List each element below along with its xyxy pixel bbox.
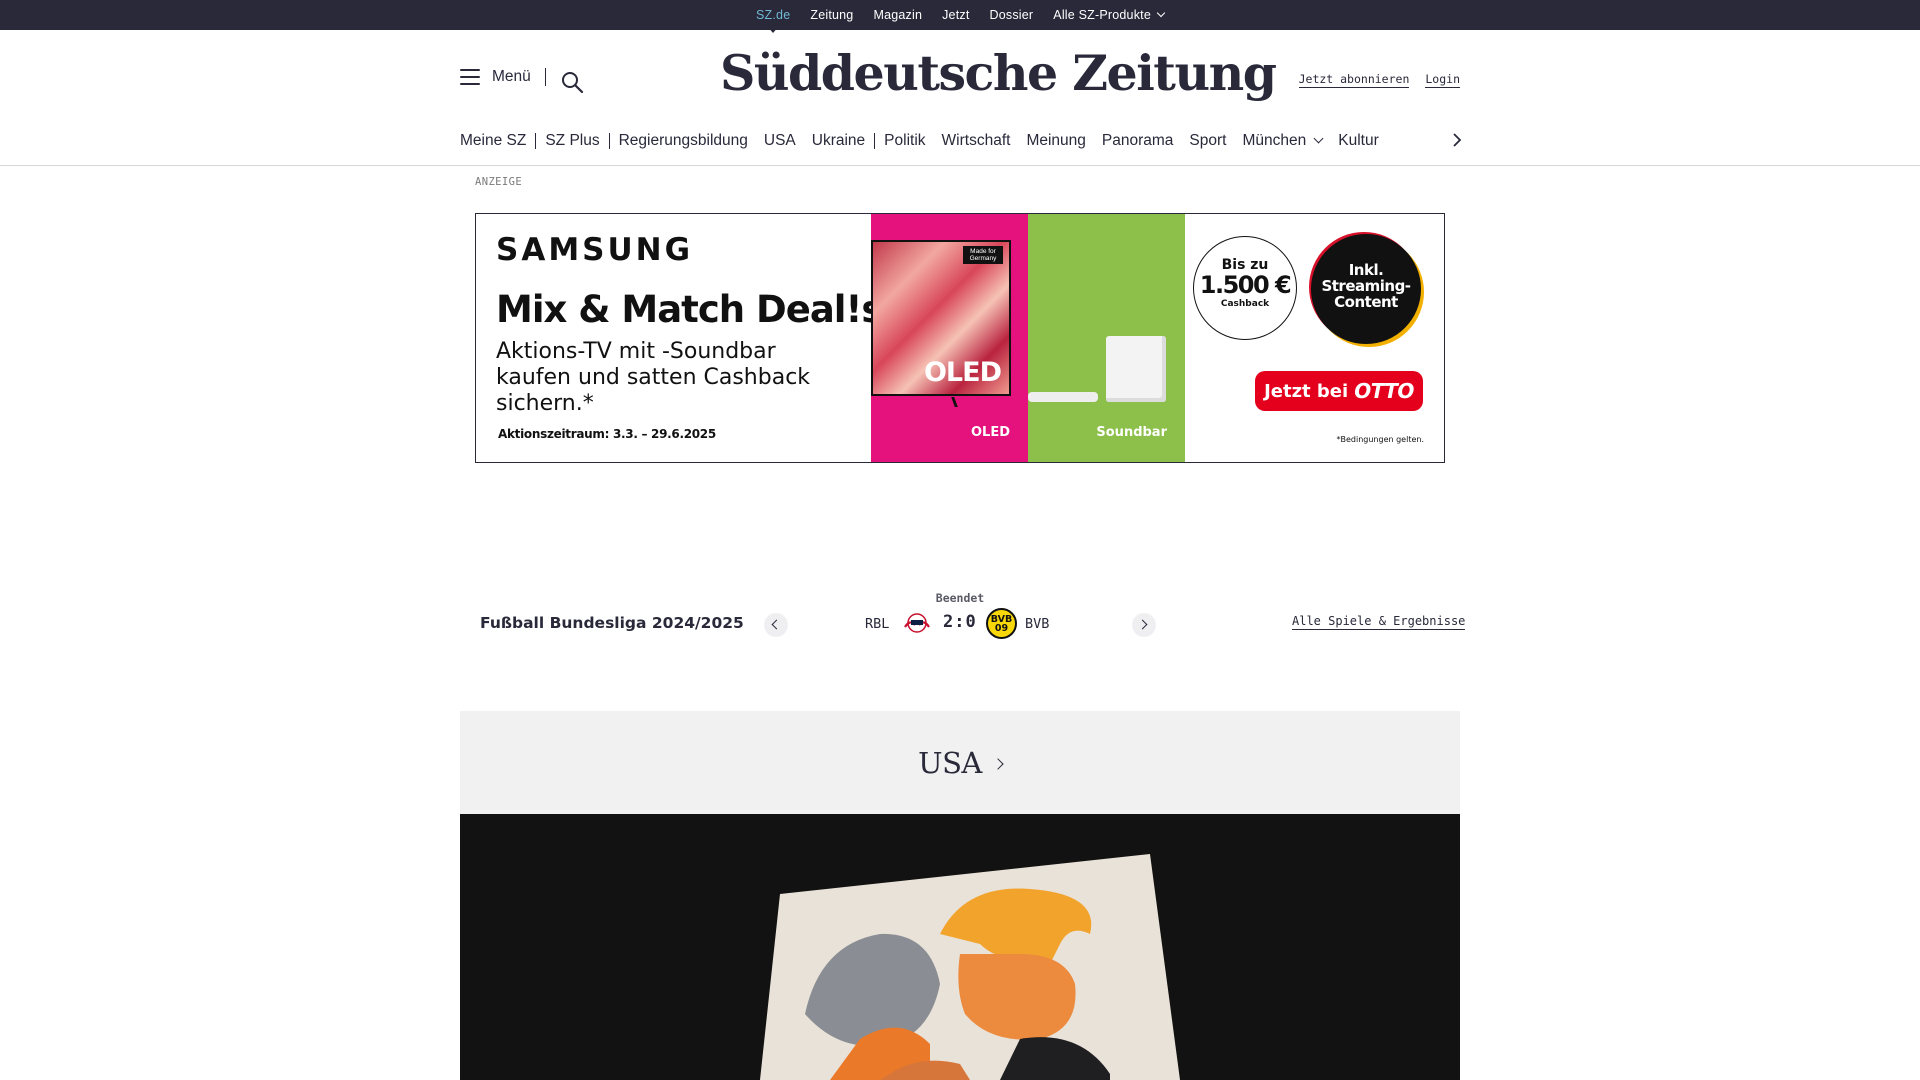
tv-image: Made for Germany OLED <box>871 240 1011 396</box>
soundbar-caption: Soundbar <box>1096 425 1167 440</box>
topbar-link-szde[interactable]: SZ.de <box>756 8 790 22</box>
nav-item-wirtschaft[interactable]: Wirtschaft <box>942 132 1011 150</box>
otto-logo: OTTO <box>1354 379 1414 403</box>
nav-item-meine-sz[interactable]: Meine SZ <box>460 132 526 150</box>
nav-item-sport[interactable]: Sport <box>1189 132 1226 150</box>
chevron-right-icon[interactable] <box>1450 133 1464 147</box>
hero-article-image[interactable] <box>460 814 1460 1080</box>
topbar-all-products-label: Alle SZ-Produkte <box>1053 8 1151 22</box>
subscribe-link[interactable]: Jetzt abonnieren <box>1298 72 1410 88</box>
home-team: RBL <box>865 616 890 632</box>
ad-offer-panel: Bis zu 1.500 € Cashback Inkl. Streaming-… <box>1185 214 1444 462</box>
otto-cta-text: Jetzt bei <box>1264 380 1349 402</box>
nav-item-politik[interactable]: Politik <box>884 132 925 150</box>
ad-label: ANZEIGE <box>475 176 523 188</box>
ad-headline: Mix & Match Deal!s <box>496 288 883 331</box>
top-product-bar: SZ.de Zeitung Magazin Jetzt Dossier Alle… <box>0 0 1920 30</box>
oled-caption: OLED <box>970 425 1010 440</box>
menu-button[interactable]: Menü <box>460 68 546 86</box>
chevron-right-icon <box>992 758 1004 770</box>
match-status: Beendet <box>935 591 985 605</box>
ad-text-panel: SAMSUNG Mix & Match Deal!s Aktions-TV mi… <box>476 214 883 462</box>
nav-divider <box>608 133 610 149</box>
nav-item-meinung[interactable]: Meinung <box>1026 132 1085 150</box>
header-account-links: Jetzt abonnieren Login <box>1298 72 1460 88</box>
hero-painting-illustration <box>460 814 1460 1080</box>
match-score[interactable]: 2:0 <box>943 612 977 632</box>
ad-fineprint: *Bedingungen gelten. <box>1336 435 1424 444</box>
nav-item-ukraine[interactable]: Ukraine <box>812 132 865 150</box>
chevron-down-icon <box>1313 133 1324 143</box>
tv-badge: Made for Germany <box>963 246 1003 264</box>
all-matches-link[interactable]: Alle Spiele & Ergebnisse <box>1292 614 1466 630</box>
ad-brand-logo: SAMSUNG <box>496 232 694 268</box>
ad-soundbar-panel: Soundbar <box>1028 214 1185 462</box>
league-title: Fußball Bundesliga 2024/2025 <box>480 614 744 632</box>
ad-oled-panel: Made for Germany OLED OLED <box>871 214 1028 462</box>
tv-stand <box>951 397 963 407</box>
tv-oled-text: OLED <box>923 357 1002 388</box>
site-logo[interactable]: Süddeutsche Zeitung <box>720 44 1277 102</box>
nav-divider <box>874 133 876 149</box>
menu-label: Menü <box>492 68 531 85</box>
search-icon[interactable] <box>560 70 584 94</box>
samsung-ad-banner[interactable]: SAMSUNG Mix & Match Deal!s Aktions-TV mi… <box>475 213 1445 463</box>
previous-match-button[interactable] <box>764 613 788 637</box>
section-title: USA <box>918 745 982 780</box>
rbl-crest-icon <box>904 613 930 633</box>
subwoofer-image <box>1106 336 1166 402</box>
nav-item-regierungsbildung[interactable]: Regierungsbildung <box>619 132 748 150</box>
streaming-badge: Inkl. Streaming-Content <box>1311 234 1421 344</box>
topbar-link-dossier[interactable]: Dossier <box>990 8 1034 22</box>
topbar-link-magazin[interactable]: Magazin <box>873 8 922 22</box>
nav-item-panorama[interactable]: Panorama <box>1102 132 1174 150</box>
ad-subline: Aktions-TV mit -Soundbar kaufen und satt… <box>496 339 811 416</box>
login-link[interactable]: Login <box>1425 72 1460 88</box>
next-match-button[interactable] <box>1132 613 1156 637</box>
hamburger-icon <box>460 69 480 85</box>
otto-cta-button[interactable]: Jetzt bei OTTO <box>1255 371 1423 411</box>
soundbar-image <box>1028 392 1098 402</box>
nav-divider <box>535 133 537 149</box>
away-team: BVB <box>1025 616 1050 632</box>
header-divider <box>544 68 546 86</box>
chevron-right-icon <box>1137 619 1148 630</box>
nav-bottom-divider <box>0 165 1920 166</box>
topbar-link-all-products[interactable]: Alle SZ-Produkte <box>1053 8 1166 22</box>
bvb-crest-icon: BVB 09 <box>986 608 1017 639</box>
nav-item-sz-plus[interactable]: SZ Plus <box>545 132 599 150</box>
chevron-down-icon <box>1156 8 1166 18</box>
ad-period: Aktionszeitraum: 3.3. – 29.6.2025 <box>498 427 716 441</box>
nav-item-muenchen[interactable]: München <box>1242 132 1324 150</box>
nav-item-kultur[interactable]: Kultur <box>1338 132 1379 150</box>
section-header-usa[interactable]: USA <box>460 711 1460 814</box>
main-navigation: Meine SZ SZ Plus Regierungsbildung USA U… <box>460 130 1460 152</box>
nav-item-muenchen-label: München <box>1242 132 1307 149</box>
topbar-link-zeitung[interactable]: Zeitung <box>810 8 853 22</box>
topbar-link-jetzt[interactable]: Jetzt <box>942 8 969 22</box>
nav-item-usa[interactable]: USA <box>764 132 796 150</box>
cashback-bottom: Cashback <box>1220 299 1270 309</box>
chevron-left-icon <box>771 619 782 630</box>
cashback-amount: 1.500 € <box>1199 271 1292 299</box>
cashback-badge: Bis zu 1.500 € Cashback <box>1193 236 1297 340</box>
